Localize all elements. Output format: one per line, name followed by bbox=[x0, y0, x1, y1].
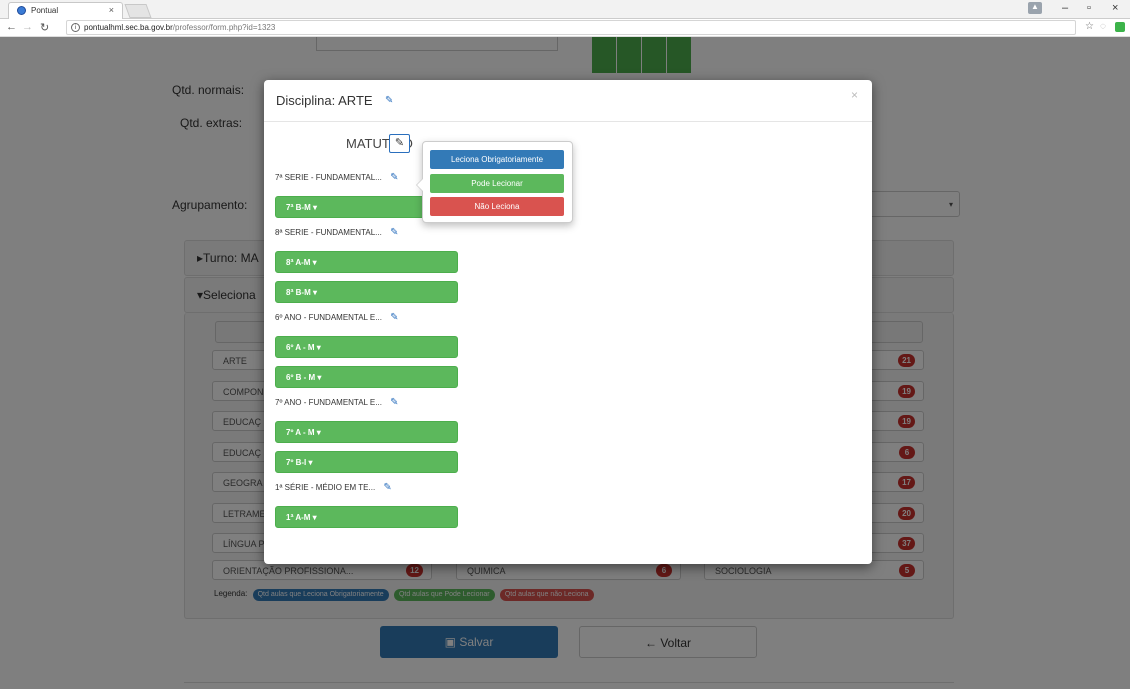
group-title: 8ª SERIE - FUNDAMENTAL... ✎ bbox=[275, 228, 400, 238]
extension-icon[interactable]: ◌ bbox=[1100, 22, 1110, 32]
group-title: 6º ANO - FUNDAMENTAL E... ✎ bbox=[275, 313, 400, 323]
modal-close-button[interactable]: × bbox=[851, 88, 858, 102]
favicon-icon bbox=[17, 6, 26, 15]
group-edit-icon[interactable]: ✎ bbox=[390, 313, 400, 323]
group-title: 7º ANO - FUNDAMENTAL E... ✎ bbox=[275, 398, 400, 408]
class-dropdown-button[interactable]: 1ª A-M ▾ bbox=[275, 506, 458, 528]
group-title: 1ª SÉRIE - MÉDIO EM TE... ✎ bbox=[275, 483, 393, 493]
group-title: 7ª SERIE - FUNDAMENTAL... ✎ bbox=[275, 173, 400, 183]
edit-pencil-icon[interactable]: ✎ bbox=[385, 96, 395, 106]
class-dropdown-button[interactable]: 7º B-I ▾ bbox=[275, 451, 458, 473]
group-title-text: 1ª SÉRIE - MÉDIO EM TE... bbox=[275, 483, 376, 492]
maximize-button[interactable]: ▫ bbox=[1087, 2, 1091, 14]
address-bar[interactable]: i pontualhml.sec.ba.gov.br/professor/for… bbox=[66, 20, 1076, 35]
availability-popover: Leciona Obrigatoriamente Pode Lecionar N… bbox=[416, 141, 573, 223]
class-dropdown-button[interactable]: 6º A - M ▾ bbox=[275, 336, 458, 358]
modal-title: Disciplina: ARTE bbox=[276, 93, 373, 108]
modal-header: Disciplina: ARTE ✎ × bbox=[264, 80, 872, 122]
group-title-text: 7ª SERIE - FUNDAMENTAL... bbox=[275, 173, 382, 182]
tab-title: Pontual bbox=[31, 6, 59, 15]
group-edit-icon[interactable]: ✎ bbox=[390, 228, 400, 238]
group-title-text: 7º ANO - FUNDAMENTAL E... bbox=[275, 398, 382, 407]
forward-arrow-icon[interactable]: → bbox=[22, 21, 33, 33]
shift-edit-button[interactable]: ✎ bbox=[389, 134, 410, 153]
browser-tab[interactable]: Pontual × bbox=[8, 2, 123, 19]
option-pode-lecionar[interactable]: Pode Lecionar bbox=[430, 174, 564, 193]
group-title-text: 6º ANO - FUNDAMENTAL E... bbox=[275, 313, 382, 322]
option-nao-leciona[interactable]: Não Leciona bbox=[430, 197, 564, 216]
group-title-text: 8ª SERIE - FUNDAMENTAL... bbox=[275, 228, 382, 237]
class-dropdown-button[interactable]: 8ª B-M ▾ bbox=[275, 281, 458, 303]
minimize-button[interactable]: – bbox=[1062, 2, 1068, 14]
class-dropdown-button[interactable]: 7º A - M ▾ bbox=[275, 421, 458, 443]
info-icon[interactable]: i bbox=[71, 23, 80, 32]
url-path: /professor/form.php?id=1323 bbox=[172, 23, 276, 32]
url-host: pontualhml.sec.ba.gov.br bbox=[84, 23, 173, 32]
reload-icon[interactable]: ↻ bbox=[40, 21, 49, 34]
back-arrow-icon[interactable]: ← bbox=[6, 21, 17, 33]
tab-close-icon[interactable]: × bbox=[109, 5, 114, 15]
page-content: Qtd. normais: Qtd. extras: Agrupamento: … bbox=[0, 37, 1130, 689]
group-edit-icon[interactable]: ✎ bbox=[390, 398, 400, 408]
new-tab-button[interactable] bbox=[124, 4, 152, 18]
profile-icon[interactable]: ▲ bbox=[1028, 2, 1042, 14]
option-leciona-obrigatoriamente[interactable]: Leciona Obrigatoriamente bbox=[430, 150, 564, 169]
group-edit-icon[interactable]: ✎ bbox=[390, 173, 400, 183]
class-dropdown-button[interactable]: 6º B - M ▾ bbox=[275, 366, 458, 388]
bookmark-star-icon[interactable]: ☆ bbox=[1085, 22, 1095, 32]
window-close-button[interactable]: × bbox=[1112, 2, 1118, 14]
class-dropdown-button[interactable]: 8ª A-M ▾ bbox=[275, 251, 458, 273]
group-edit-icon[interactable]: ✎ bbox=[383, 483, 393, 493]
extension-green-icon[interactable] bbox=[1115, 22, 1125, 32]
browser-toolbar: ← → ↻ i pontualhml.sec.ba.gov.br/profess… bbox=[0, 19, 1130, 37]
browser-tab-strip: Pontual × ▲ – ▫ × bbox=[0, 0, 1130, 19]
